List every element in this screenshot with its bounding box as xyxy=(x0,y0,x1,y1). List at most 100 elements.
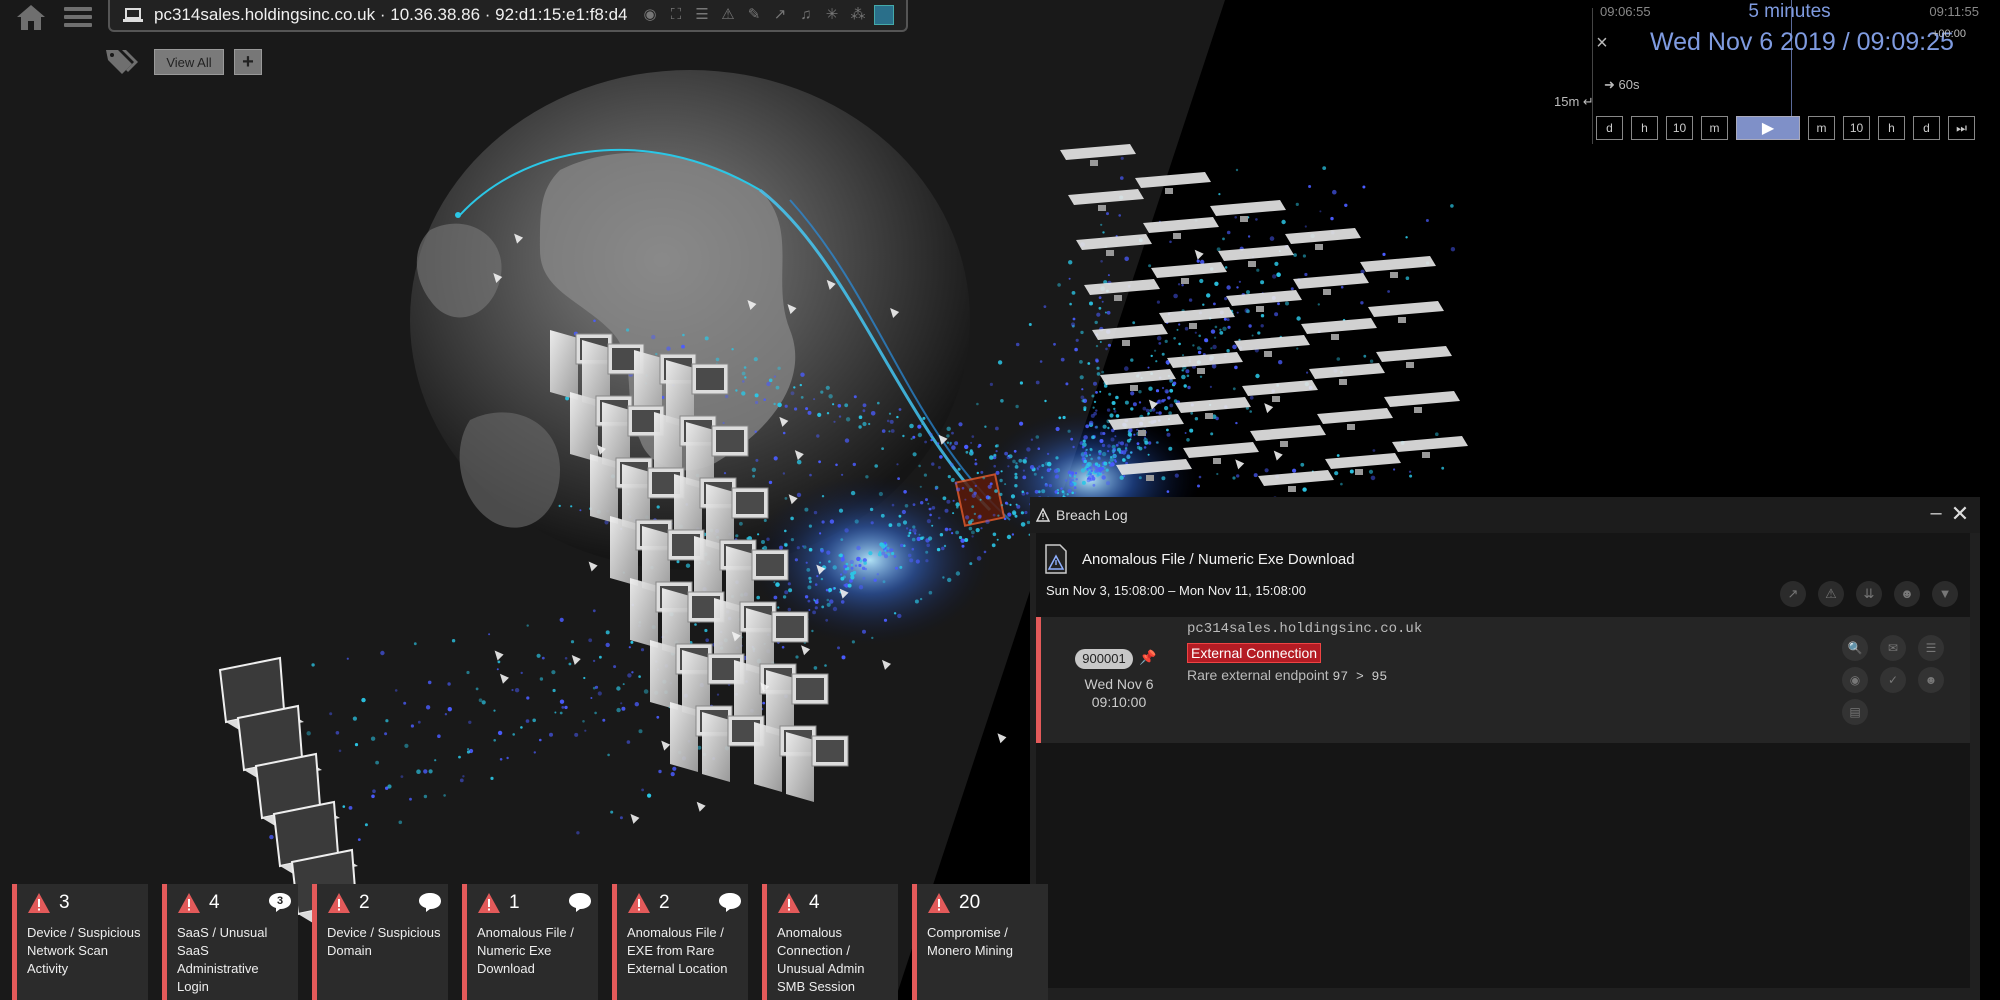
traffic-particle xyxy=(269,834,274,840)
eye-icon[interactable]: ◉ xyxy=(1842,667,1868,693)
alert-label: Anomalous Connection / Unusual Admin SMB… xyxy=(777,925,865,994)
user-icon[interactable]: ☻ xyxy=(1918,667,1944,693)
comment-icon[interactable]: ✉ xyxy=(1880,635,1906,661)
add-tag-button[interactable]: + xyxy=(234,49,262,75)
forward-day-button[interactable]: d xyxy=(1913,116,1940,140)
chart-icon[interactable]: ↗ xyxy=(1780,581,1806,607)
alert-icon[interactable]: ⚠ xyxy=(718,5,738,25)
timeline-close-button[interactable]: × xyxy=(1592,32,1612,54)
traffic-particle xyxy=(398,820,403,825)
alert-tile[interactable]: 1 Anomalous File / Numeric Exe Download xyxy=(462,884,598,1000)
breach-device[interactable]: pc314sales.holdingsinc.co.uk xyxy=(1187,621,1422,637)
list-icon[interactable]: ☰ xyxy=(692,5,712,25)
back-10min-button[interactable]: 10 xyxy=(1666,116,1693,140)
traffic-particle xyxy=(1080,395,1085,400)
traffic-particle xyxy=(1249,410,1252,413)
record-icon[interactable]: ◉ xyxy=(640,5,660,25)
traffic-particle xyxy=(459,778,464,783)
server-stand xyxy=(1414,407,1422,413)
cluster-icon[interactable]: ⁂ xyxy=(848,5,868,25)
server-node xyxy=(1183,442,1259,458)
graph-icon[interactable]: ↗ xyxy=(770,5,790,25)
volume-icon[interactable]: ♫ xyxy=(796,5,816,25)
traffic-particle xyxy=(1129,451,1133,454)
traffic-particle xyxy=(808,609,811,611)
traffic-particle xyxy=(539,677,544,681)
home-icon[interactable] xyxy=(14,2,48,32)
traffic-particle xyxy=(1081,399,1085,403)
edit-icon[interactable]: ✎ xyxy=(744,5,764,25)
traffic-particle xyxy=(880,513,885,518)
traffic-particle xyxy=(1098,306,1102,310)
list-icon[interactable]: ☰ xyxy=(1918,635,1944,661)
minimize-button[interactable]: – xyxy=(1924,503,1948,527)
breach-detail-text: Rare external endpoint xyxy=(1187,667,1329,683)
search-icon[interactable]: 🔍 xyxy=(1842,635,1868,661)
expand-all-icon[interactable]: ⇊ xyxy=(1856,581,1882,607)
traffic-particle xyxy=(816,575,819,578)
traffic-particle xyxy=(1236,286,1239,289)
traffic-particle xyxy=(1013,449,1017,453)
traffic-particle xyxy=(951,445,956,450)
check-icon[interactable]: ✓ xyxy=(1880,667,1906,693)
device-search-bar[interactable]: pc314sales.holdingsinc.co.uk · 10.36.38.… xyxy=(108,0,908,32)
traffic-particle xyxy=(951,532,954,535)
traffic-particle xyxy=(493,739,497,742)
alert-icon[interactable]: ⚠ xyxy=(1818,581,1844,607)
timeline-cursor[interactable] xyxy=(1791,0,1792,116)
traffic-particle xyxy=(1234,365,1238,370)
forward-10min-button[interactable]: 10 xyxy=(1843,116,1870,140)
traffic-particle xyxy=(912,503,916,506)
filter-icon[interactable]: ▼ xyxy=(1932,581,1958,607)
network-icon[interactable]: ✳ xyxy=(822,5,842,25)
skip-to-end-button[interactable]: ⏭ xyxy=(1948,116,1975,140)
back-minute-button[interactable]: m xyxy=(1701,116,1728,140)
color-swatch-icon[interactable] xyxy=(874,5,894,25)
alert-tile[interactable]: 3 Device / Suspicious Network Scan Activ… xyxy=(12,884,148,1000)
close-button[interactable]: ✕ xyxy=(1948,503,1972,527)
traffic-particle xyxy=(1099,439,1104,443)
traffic-particle xyxy=(1024,510,1028,515)
traffic-particle xyxy=(946,441,950,444)
alert-tile[interactable]: 20 Compromise / Monero Mining xyxy=(912,884,1048,1000)
traffic-particle xyxy=(840,600,845,604)
play-button[interactable]: ▶ xyxy=(1736,116,1800,140)
hamburger-menu-icon[interactable] xyxy=(64,4,92,30)
view-all-button[interactable]: View All xyxy=(154,49,224,75)
traffic-particle xyxy=(1212,344,1217,350)
traffic-particle xyxy=(796,546,800,550)
breach-log-header[interactable]: Breach Log – ✕ xyxy=(1030,497,1980,533)
alert-tile[interactable]: 2 Device / Suspicious Domain xyxy=(312,884,448,1000)
traffic-particle xyxy=(1182,354,1184,357)
server-stand xyxy=(1122,340,1130,346)
traffic-particle xyxy=(1236,474,1240,478)
back-day-button[interactable]: d xyxy=(1596,116,1623,140)
tag-icon[interactable] xyxy=(104,46,140,76)
forward-minute-button[interactable]: m xyxy=(1808,116,1835,140)
traffic-particle xyxy=(902,434,905,438)
traffic-particle xyxy=(1101,370,1105,374)
alert-tile[interactable]: 4 3 SaaS / Unusual SaaS Administrative L… xyxy=(162,884,298,1000)
pin-icon[interactable]: 📌 xyxy=(1139,649,1156,667)
alert-tile[interactable]: 4 Anomalous Connection / Unusual Admin S… xyxy=(762,884,898,1000)
forward-hour-button[interactable]: h xyxy=(1878,116,1905,140)
traffic-particle xyxy=(973,512,977,516)
traffic-particle xyxy=(1022,475,1027,480)
traffic-particle xyxy=(584,729,587,732)
alert-tile[interactable]: 2 Anomalous File / EXE from Rare Externa… xyxy=(612,884,748,1000)
traffic-particle xyxy=(1118,214,1121,217)
traffic-particle xyxy=(352,716,357,721)
traffic-particle xyxy=(1336,357,1341,361)
traffic-particle xyxy=(1079,375,1084,380)
traffic-particle xyxy=(840,576,845,581)
back-hour-button[interactable]: h xyxy=(1631,116,1658,140)
laptop-icon xyxy=(123,8,143,22)
traffic-particle xyxy=(918,464,921,468)
clipboard-icon[interactable]: ▤ xyxy=(1842,699,1868,725)
traffic-particle xyxy=(1214,325,1218,329)
breach-item[interactable]: 900001 📌 Wed Nov 6 09:10:00 pc314sales.h… xyxy=(1036,617,1970,743)
alert-count: 3 xyxy=(59,892,70,913)
devices-icon[interactable]: ⛶ xyxy=(666,5,686,25)
traffic-particle xyxy=(1083,459,1087,464)
user-icon[interactable]: ☻ xyxy=(1894,581,1920,607)
